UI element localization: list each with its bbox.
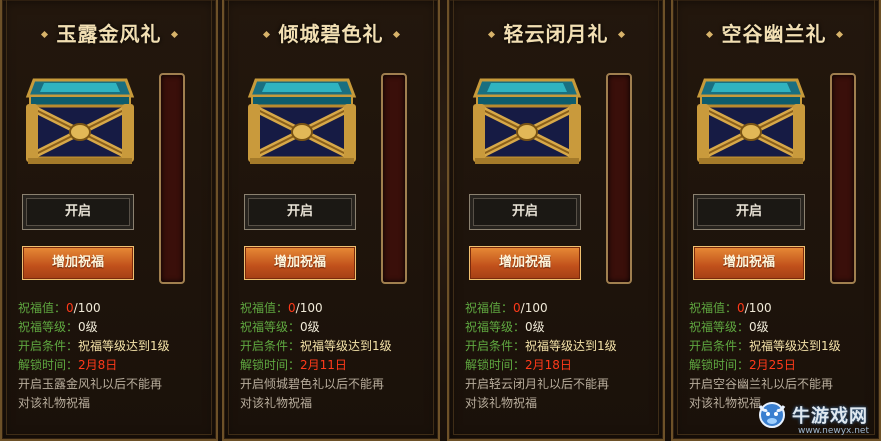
add-blessing-button[interactable]: 增加祝福	[244, 246, 356, 280]
unlock-time-row: 解锁时间：2月25日	[689, 358, 796, 372]
ornament-dot-icon	[617, 30, 625, 39]
card-header: 轻云闭月礼	[449, 17, 663, 51]
bless-value-row: 祝福值：0/100	[465, 301, 548, 315]
treasure-chest-icon[interactable]	[242, 70, 362, 170]
condition-row: 开启条件：祝福等级达到1级	[689, 339, 841, 353]
bless-level-row: 祝福等级：0级	[465, 320, 545, 334]
open-button[interactable]: 开启	[693, 194, 805, 230]
bless-level-row: 祝福等级：0级	[18, 320, 98, 334]
bless-progress-bar	[381, 73, 407, 284]
open-button[interactable]: 开启	[22, 194, 134, 230]
open-button[interactable]: 开启	[244, 194, 356, 230]
add-blessing-button[interactable]: 增加祝福	[22, 246, 134, 280]
gift-description: 开启轻云闭月礼以后不能再	[465, 377, 610, 391]
ornament-dot-icon	[392, 30, 400, 39]
gift-description: 对该礼物祝福	[465, 396, 538, 410]
gift-info: 祝福值：0/100 祝福等级：0级 开启条件：祝福等级达到1级 解锁时间：2月1…	[240, 299, 392, 413]
add-blessing-button[interactable]: 增加祝福	[469, 246, 581, 280]
condition-row: 开启条件：祝福等级达到1级	[240, 339, 392, 353]
ornament-dot-icon	[487, 30, 495, 39]
unlock-time-row: 解锁时间：2月11日	[240, 358, 347, 372]
treasure-chest-icon[interactable]	[20, 70, 140, 170]
ornament-dot-icon	[835, 30, 843, 39]
gift-description: 对该礼物祝福	[18, 396, 91, 410]
bless-value-row: 祝福值：0/100	[689, 301, 772, 315]
treasure-chest-icon[interactable]	[691, 70, 811, 170]
add-blessing-button[interactable]: 增加祝福	[693, 246, 805, 280]
bull-logo-icon	[758, 402, 786, 428]
gift-description: 开启倾城碧色礼以后不能再	[240, 377, 385, 391]
gift-card: 玉露金风礼 开启 增加祝福 祝福值：0/100 祝福等级：0级 开启条件：祝福等…	[0, 0, 218, 441]
gift-card: 倾城碧色礼 开启 增加祝福 祝福值：0/100 祝福等级：0级 开启条件：祝福等…	[222, 0, 440, 441]
gift-info: 祝福值：0/100 祝福等级：0级 开启条件：祝福等级达到1级 解锁时间：2月8…	[18, 299, 170, 413]
gift-card: 轻云闭月礼 开启 增加祝福 祝福值：0/100 祝福等级：0级 开启条件：祝福等…	[447, 0, 665, 441]
ornament-dot-icon	[40, 30, 48, 39]
condition-row: 开启条件：祝福等级达到1级	[18, 339, 170, 353]
bless-value-row: 祝福值：0/100	[18, 301, 101, 315]
gift-panel: 玉露金风礼 开启 增加祝福 祝福值：0/100 祝福等级：0级 开启条件：祝福等…	[0, 0, 881, 441]
gift-title: 轻云闭月礼	[503, 22, 609, 46]
gift-title: 倾城碧色礼	[278, 22, 384, 46]
gift-title: 空谷幽兰礼	[721, 22, 827, 46]
card-header: 空谷幽兰礼	[669, 17, 879, 51]
ornament-dot-icon	[170, 30, 178, 39]
unlock-time-row: 解锁时间：2月18日	[465, 358, 572, 372]
bless-value-row: 祝福值：0/100	[240, 301, 323, 315]
card-header: 倾城碧色礼	[224, 17, 438, 51]
gift-description: 开启空谷幽兰礼以后不能再	[689, 377, 834, 391]
watermark-name: 牛游戏网	[792, 406, 868, 427]
gift-description: 对该礼物祝福	[240, 396, 313, 410]
bless-progress-bar	[606, 73, 632, 284]
open-button[interactable]: 开启	[469, 194, 581, 230]
treasure-chest-icon[interactable]	[467, 70, 587, 170]
gift-card: 空谷幽兰礼 开启 增加祝福 祝福值：0/100 祝福等级：0级 开启条件：祝福等…	[671, 0, 881, 441]
gift-description: 开启玉露金风礼以后不能再	[18, 377, 163, 391]
unlock-time-row: 解锁时间：2月8日	[18, 358, 118, 372]
gift-title: 玉露金风礼	[56, 22, 162, 46]
ornament-dot-icon	[705, 30, 713, 39]
gift-info: 祝福值：0/100 祝福等级：0级 开启条件：祝福等级达到1级 解锁时间：2月1…	[465, 299, 617, 413]
bless-level-row: 祝福等级：0级	[689, 320, 769, 334]
ornament-dot-icon	[262, 30, 270, 39]
watermark-url: www.newyx.net	[798, 426, 870, 436]
gift-info: 祝福值：0/100 祝福等级：0级 开启条件：祝福等级达到1级 解锁时间：2月2…	[689, 299, 841, 413]
bless-progress-bar	[830, 73, 856, 284]
card-header: 玉露金风礼	[2, 17, 216, 51]
bless-level-row: 祝福等级：0级	[240, 320, 320, 334]
condition-row: 开启条件：祝福等级达到1级	[465, 339, 617, 353]
bless-progress-bar	[159, 73, 185, 284]
